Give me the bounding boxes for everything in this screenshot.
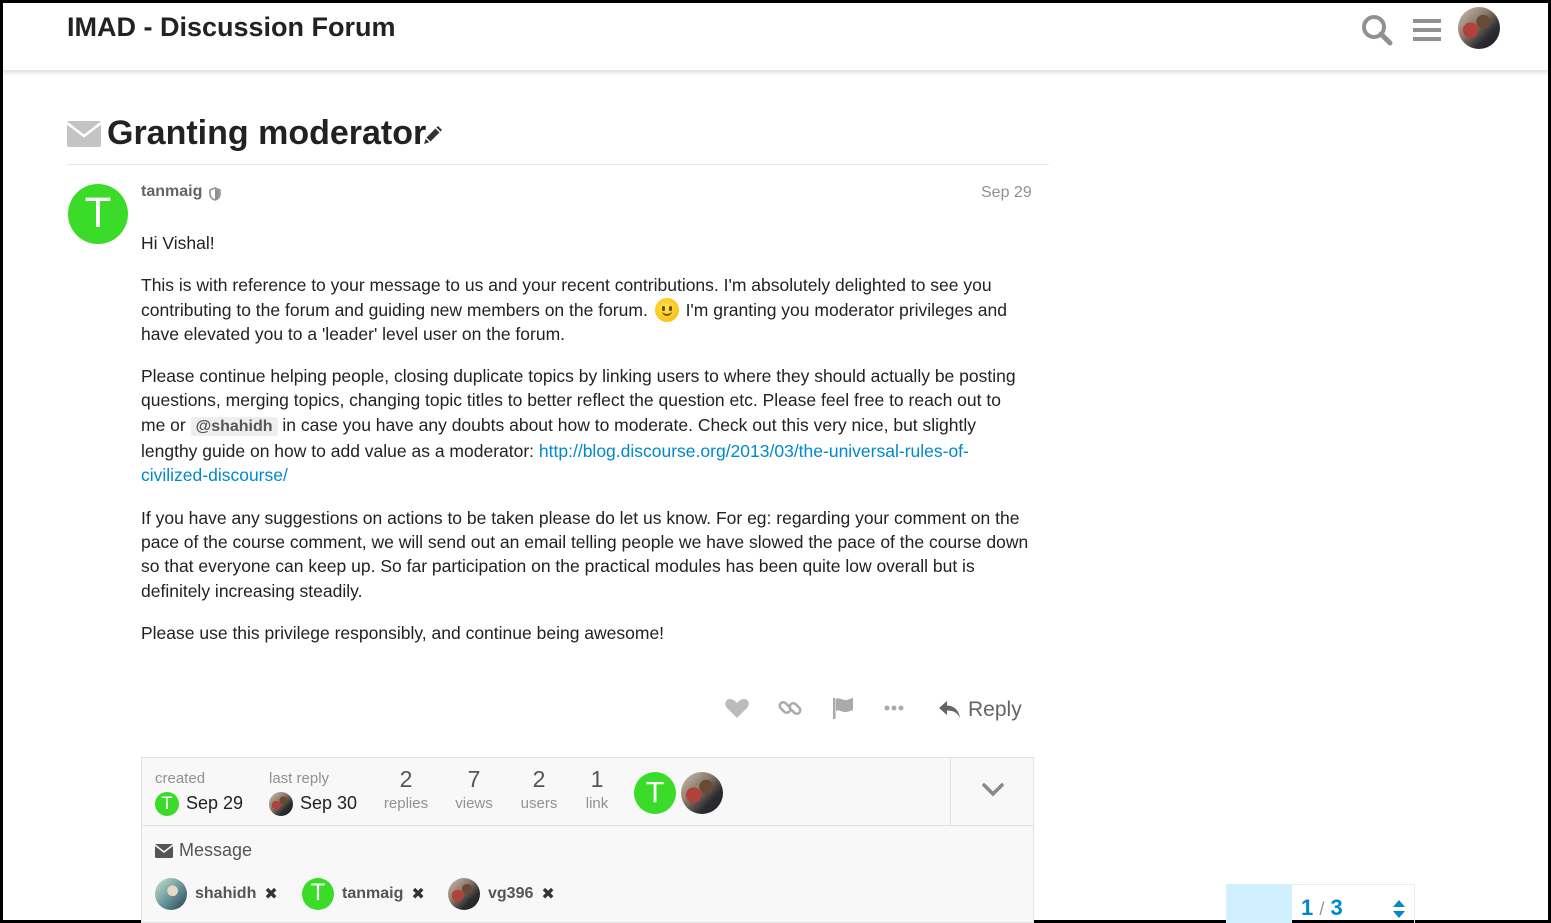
topic-map-summary: created T Sep 29 last reply Sep 30 2 rep… [142,758,1033,826]
more-icon[interactable] [881,695,907,721]
timeline-current: 1 [1301,895,1314,920]
envelope-icon [155,843,173,858]
timeline-total: 3 [1330,895,1343,920]
remove-user-icon[interactable]: ✖ [411,884,424,904]
views-count: 7 [467,766,481,792]
timeline-separator: / [1319,899,1325,919]
message-user-name[interactable]: shahidh [195,885,256,903]
created-date[interactable]: Sep 29 [186,793,243,814]
created-avatar[interactable]: T [155,792,179,816]
user-mention[interactable]: @shahidh [190,416,278,436]
author-avatar[interactable]: T [68,184,128,244]
participant-avatar[interactable]: T [634,772,676,814]
search-icon[interactable] [1360,13,1394,47]
message-label: Message [179,840,253,860]
participant-avatar[interactable] [681,772,723,814]
links-label: link [585,795,609,812]
post-paragraph-1: This is with reference to your message t… [141,273,1029,346]
views-label: views [455,795,493,812]
post-body: Hi Vishal! This is with reference to you… [141,231,1029,663]
shield-icon [209,187,221,201]
site-title[interactable]: IMAD - Discussion Forum [67,12,396,43]
users-count: 2 [532,766,546,792]
reply-icon [939,701,960,718]
links-count: 1 [590,766,604,792]
message-user-name[interactable]: tanmaig [342,885,403,903]
user-avatar[interactable] [448,878,480,910]
last-reply-avatar[interactable] [269,792,293,816]
reply-label: Reply [968,698,1022,721]
timeline-handle[interactable] [1227,885,1292,923]
topic-title: Granting moderator [107,114,427,152]
site-header: IMAD - Discussion Forum [3,3,1548,71]
replies-label: replies [383,795,429,812]
created-label: created [155,770,206,787]
post-paragraph-3: If you have any suggestions on actions t… [141,507,1029,601]
post-paragraph-4: Please use this privilege responsibly, a… [141,622,665,643]
link-icon[interactable] [777,695,803,721]
last-reply-date[interactable]: Sep 30 [300,793,357,814]
user-avatar[interactable] [155,878,187,910]
post-greeting: Hi Vishal! [141,233,215,253]
heart-icon[interactable] [724,695,750,721]
post-author[interactable]: tanmaig [141,183,202,201]
timeline-position: 1 / 3 [1301,895,1343,921]
post-date[interactable]: Sep 29 [981,184,1032,202]
topic-map: created T Sep 29 last reply Sep 30 2 rep… [141,757,1034,923]
message-participants-header: Message [155,840,252,861]
remove-user-icon[interactable]: ✖ [541,884,554,904]
topic-title-bar: Granting moderator [67,109,1049,165]
topic-timeline[interactable]: 1 / 3 [1226,884,1415,923]
expand-topic-map-button[interactable] [950,758,1033,825]
sort-arrows-icon[interactable] [1392,899,1406,919]
remove-user-icon[interactable]: ✖ [264,884,277,904]
message-user[interactable]: vg396 ✖ [448,878,555,910]
last-reply-label: last reply [269,770,330,787]
replies-count: 2 [399,766,413,792]
chevron-down-icon [982,783,1004,797]
smile-emoji-icon [654,297,679,322]
user-avatar[interactable] [1458,7,1500,49]
hamburger-menu-icon[interactable] [1410,13,1444,47]
reply-button[interactable]: Reply [938,695,1022,725]
message-user-name[interactable]: vg396 [488,885,533,903]
user-avatar[interactable]: T [302,878,334,910]
users-label: users [520,795,558,812]
flag-icon[interactable] [830,695,856,721]
message-user[interactable]: shahidh ✖ [155,878,278,910]
message-user[interactable]: T tanmaig ✖ [302,878,425,910]
envelope-icon [67,121,101,147]
post-paragraph-2: Please continue helping people, closing … [141,364,1029,487]
pencil-icon[interactable] [421,123,445,147]
